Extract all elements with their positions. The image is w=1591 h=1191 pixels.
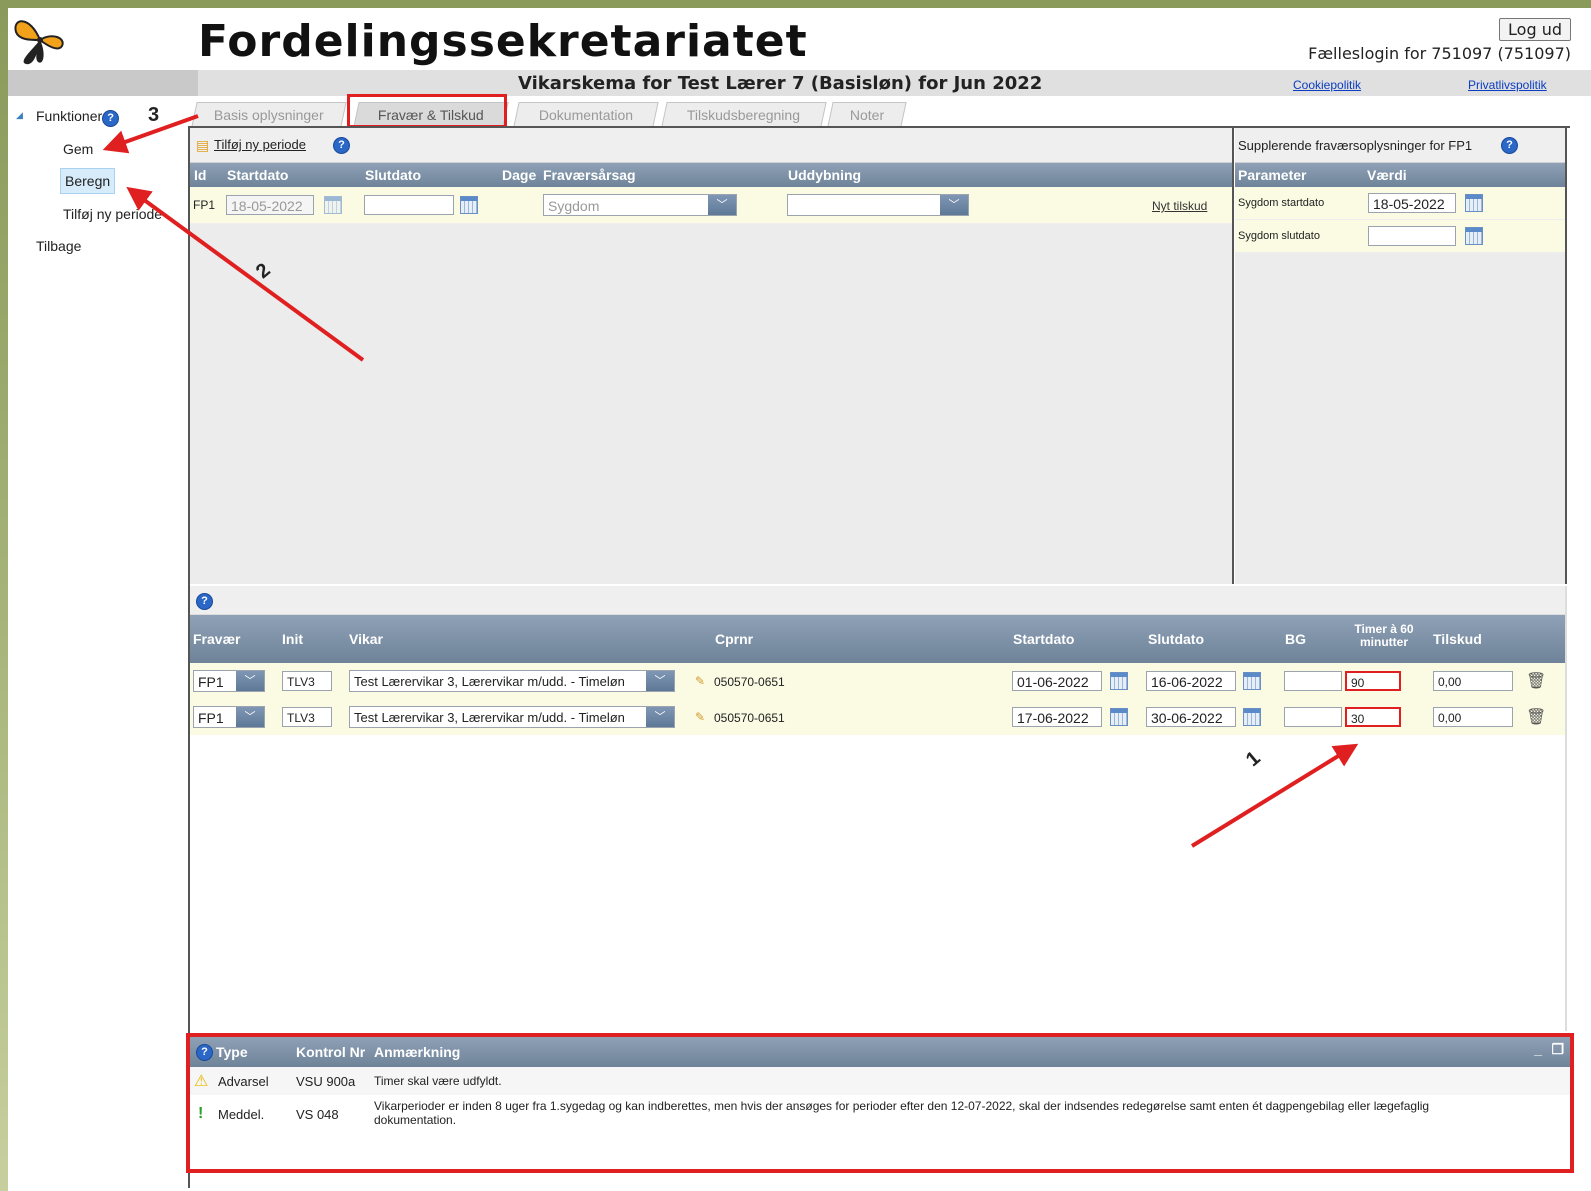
arrow-2: [126, 186, 365, 362]
annotation-arrows: [102, 114, 1359, 848]
page: Fordelingssekretariatet Log ud Fælleslog…: [8, 8, 1591, 1191]
arrow-1: [1190, 743, 1359, 848]
annotation-label-3: 3: [148, 104, 160, 126]
